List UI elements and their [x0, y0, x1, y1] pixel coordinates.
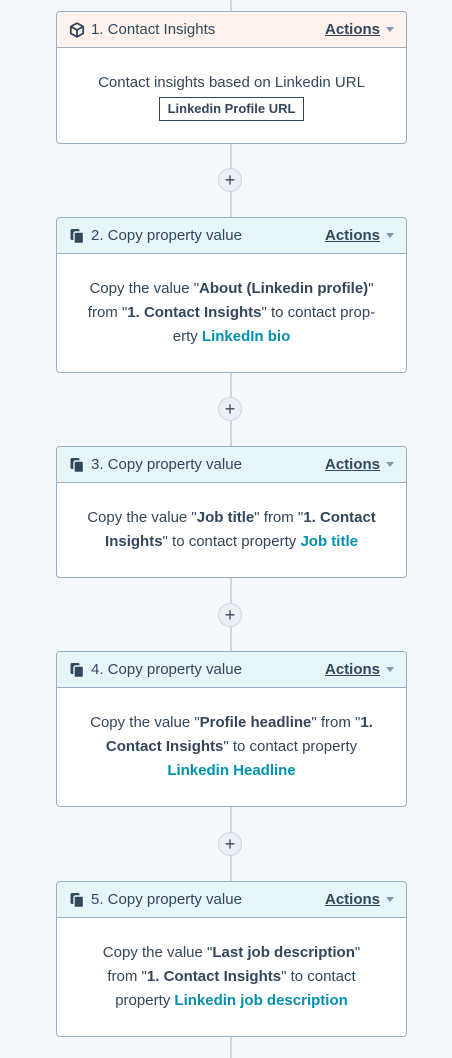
caret-down-icon: [386, 233, 394, 238]
actions-menu[interactable]: Actions: [325, 227, 394, 244]
connector-line: [230, 1036, 232, 1058]
caret-down-icon: [386, 462, 394, 467]
desc-text: " from ": [254, 509, 304, 526]
desc-text: " to contact property: [223, 738, 358, 755]
target-property-link[interactable]: Linkedin job description: [174, 992, 347, 1009]
add-step-button[interactable]: +: [218, 168, 242, 192]
add-step-button[interactable]: +: [218, 603, 242, 627]
step-body: Contact insights based on Linkedin URL L…: [57, 48, 406, 143]
copy-icon: [69, 892, 85, 908]
step-description: Contact insights based on Linkedin URL: [98, 73, 365, 91]
step-title: 2. Copy property value: [91, 227, 242, 244]
caret-down-icon: [386, 27, 394, 32]
step-header: 5. Copy property value Actions: [57, 882, 406, 918]
step-body: Copy the value "Profile headline" from "…: [57, 688, 406, 806]
step-title: 5. Copy property value: [91, 891, 242, 908]
source-step: 1. Contact Insights: [127, 304, 262, 321]
source-property: About (Linkedin profile): [199, 280, 369, 297]
cube-icon: [69, 21, 85, 38]
desc-text: Copy the value ": [90, 714, 200, 731]
caret-down-icon: [386, 667, 394, 672]
step-description: Copy the value "Job title" from "1. Cont…: [75, 506, 388, 554]
copy-icon: [69, 228, 85, 244]
source-property: Job title: [196, 509, 255, 526]
copy-icon: [69, 662, 85, 678]
step-header: 1. Contact Insights Actions: [57, 12, 406, 48]
actions-label: Actions: [324, 21, 380, 38]
copy-icon: [69, 457, 85, 473]
actions-menu[interactable]: Actions: [325, 21, 394, 38]
desc-text: Copy the value ": [87, 509, 197, 526]
step-title: 3. Copy property value: [91, 456, 242, 473]
step-header: 2. Copy property value Actions: [57, 218, 406, 254]
desc-text: " to contact property: [162, 533, 301, 550]
target-property-link[interactable]: LinkedIn bio: [202, 328, 290, 345]
add-step-button[interactable]: +: [218, 832, 242, 856]
workflow-step-2[interactable]: 2. Copy property value Actions Copy the …: [56, 217, 407, 373]
step-title: 1. Contact Insights: [91, 21, 216, 38]
actions-menu[interactable]: Actions: [325, 661, 394, 678]
actions-label: Actions: [324, 661, 380, 678]
step-description: Copy the value "About (Linkedin profile)…: [81, 277, 382, 349]
target-property-link[interactable]: Job title: [300, 533, 358, 550]
actions-label: Actions: [324, 456, 380, 473]
workflow-step-4[interactable]: 4. Copy property value Actions Copy the …: [56, 651, 407, 807]
target-property-link[interactable]: Linkedin Headline: [167, 762, 295, 779]
actions-label: Actions: [324, 891, 380, 908]
actions-menu[interactable]: Actions: [325, 891, 394, 908]
input-property-tag: Linkedin Profile URL: [158, 96, 305, 121]
desc-text: " from ": [311, 714, 361, 731]
step-header: 3. Copy property value Actions: [57, 447, 406, 483]
actions-label: Actions: [324, 227, 380, 244]
connector-line: [230, 0, 232, 11]
source-property: Profile headline: [199, 714, 312, 731]
source-step: 1. Contact Insights: [146, 968, 282, 985]
desc-text: Copy the value ": [89, 280, 200, 297]
desc-text: Copy the value ": [102, 944, 213, 961]
step-body: Copy the value "Last job description" fr…: [57, 918, 406, 1036]
workflow-step-1[interactable]: 1. Contact Insights Actions Contact insi…: [56, 11, 407, 144]
step-body: Copy the value "Job title" from "1. Cont…: [57, 483, 406, 577]
step-header: 4. Copy property value Actions: [57, 652, 406, 688]
actions-menu[interactable]: Actions: [325, 456, 394, 473]
workflow-step-5[interactable]: 5. Copy property value Actions Copy the …: [56, 881, 407, 1037]
step-description: Copy the value "Profile headline" from "…: [87, 711, 376, 783]
step-body: Copy the value "About (Linkedin profile)…: [57, 254, 406, 372]
caret-down-icon: [386, 897, 394, 902]
workflow-step-3[interactable]: 3. Copy property value Actions Copy the …: [56, 446, 407, 578]
step-description: Copy the value "Last job description" fr…: [87, 941, 376, 1013]
step-title: 4. Copy property value: [91, 661, 242, 678]
add-step-button[interactable]: +: [218, 397, 242, 421]
source-property: Last job description: [212, 944, 355, 961]
